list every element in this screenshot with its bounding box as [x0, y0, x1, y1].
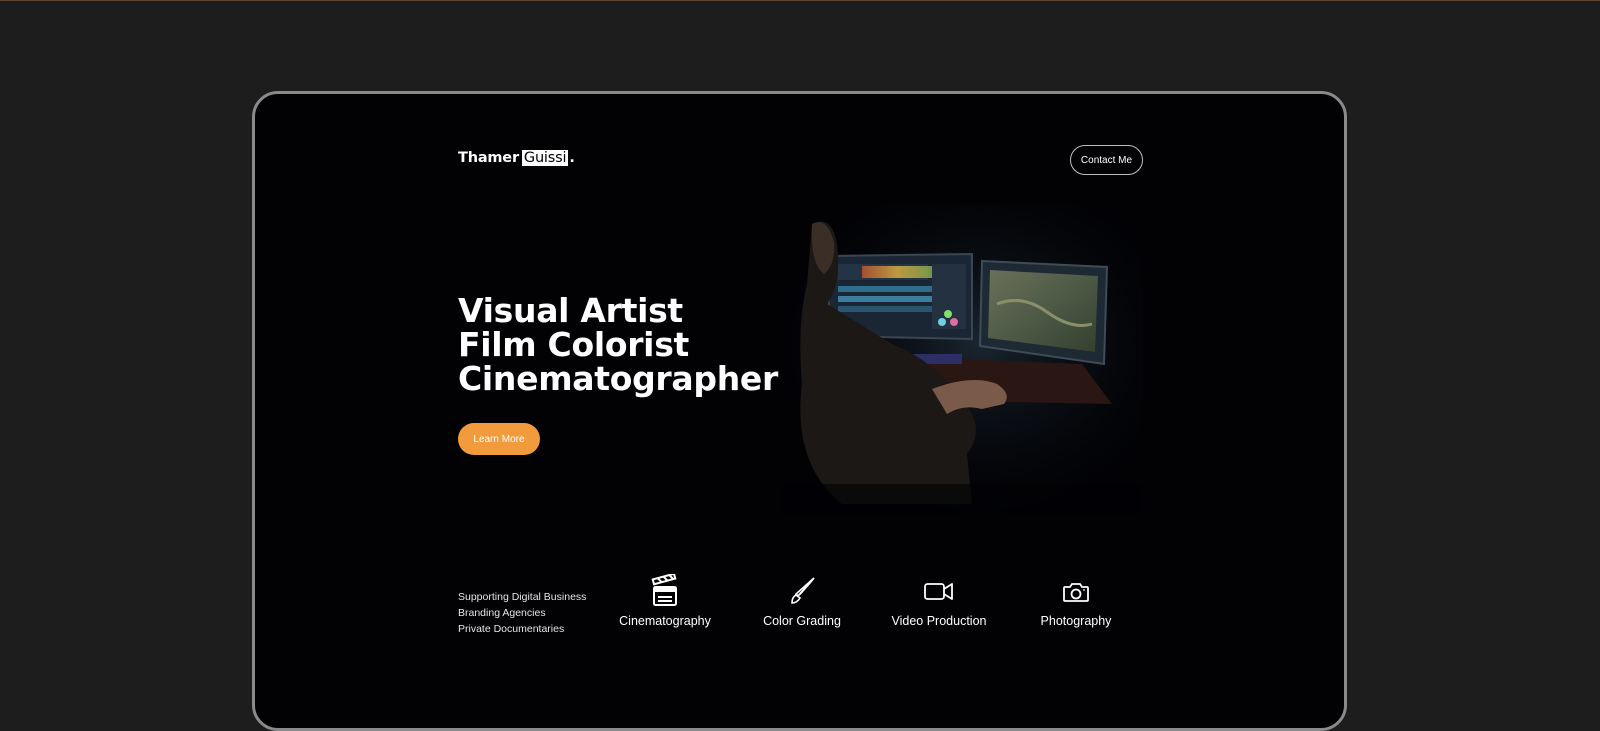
services-intro-line: Private Documentaries	[458, 623, 565, 635]
contact-button[interactable]: Contact Me	[1070, 145, 1143, 175]
video-camera-icon	[924, 583, 953, 600]
service-video-production[interactable]: Video Production	[874, 574, 1004, 628]
services-intro: Supporting Digital Business Branding Age…	[458, 589, 586, 637]
services-intro-line: Supporting Digital Business	[458, 591, 587, 603]
service-cinematography[interactable]: Cinematography	[600, 574, 730, 628]
logo-highlight: Guissi	[521, 150, 569, 166]
service-label: Cinematography	[619, 614, 711, 628]
service-photography[interactable]: Photography	[1011, 574, 1141, 628]
hero-title: Visual Artist Film Colorist Cinematograp…	[458, 294, 778, 396]
top-border	[0, 0, 1600, 1]
logo-dot: .	[569, 150, 575, 166]
hero-photo	[782, 204, 1142, 514]
logo[interactable]: Thamer Guissi .	[458, 150, 575, 166]
service-label: Video Production	[891, 614, 987, 628]
hero-line-visual-artist: Visual Artist	[458, 291, 683, 330]
service-label: Photography	[1040, 614, 1112, 628]
device-frame: Thamer Guissi . Contact Me Visual Artist…	[252, 91, 1347, 731]
learn-more-button[interactable]: Learn More	[458, 423, 540, 455]
clapperboard-icon	[651, 574, 677, 606]
hero-line-cinematographer: Cinematographer	[458, 359, 778, 398]
service-color-grading[interactable]: Color Grading	[737, 574, 867, 628]
hero-line-film-colorist: Film Colorist	[458, 325, 690, 364]
service-label: Color Grading	[763, 614, 841, 628]
logo-first-name: Thamer	[458, 150, 519, 166]
camera-icon	[1063, 583, 1089, 602]
brush-icon	[791, 577, 815, 604]
services-intro-line: Branding Agencies	[458, 607, 546, 619]
